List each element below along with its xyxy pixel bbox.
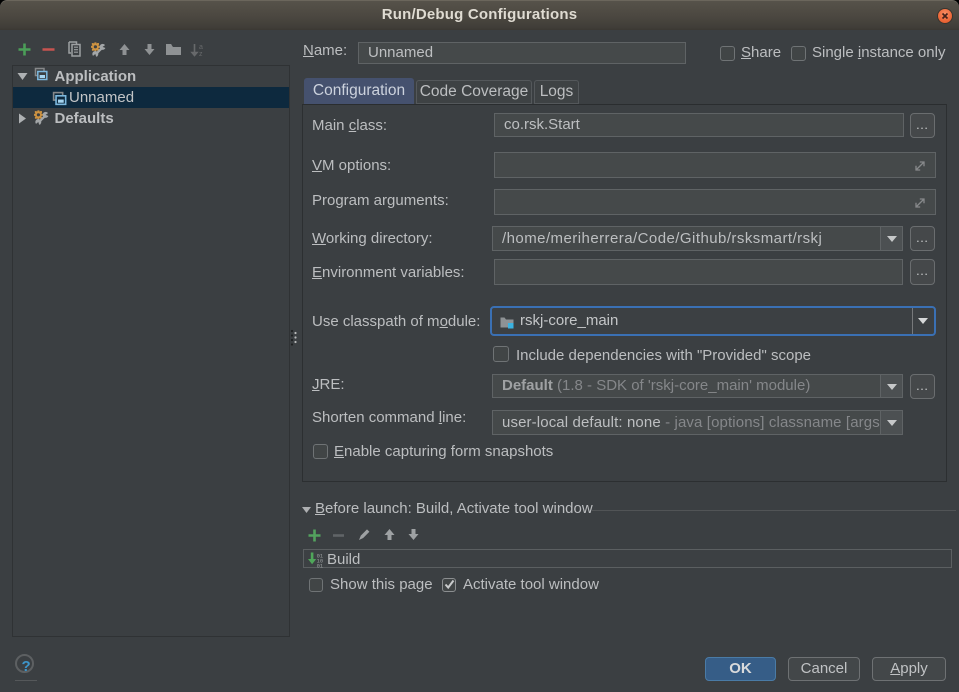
svg-text:a: a [199, 44, 203, 51]
svg-text:01: 01 [317, 563, 323, 568]
svg-text:z: z [199, 51, 203, 58]
